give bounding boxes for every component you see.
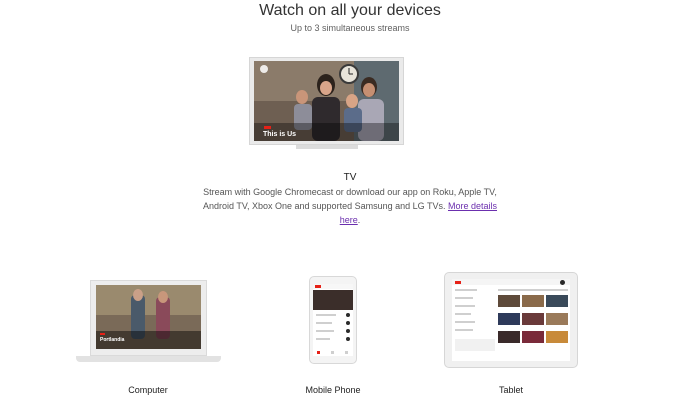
tablet-thumbnail [546,313,568,325]
tablet-thumbnail [498,295,520,307]
tablet-sidebar-item [455,305,475,307]
phone-row [316,338,330,340]
phone-nav-icon [317,351,320,354]
phone-nav-icon [331,351,334,354]
phone-nav-icon [345,351,348,354]
tablet-thumbnail [522,331,544,343]
phone-row [316,314,336,316]
phone-row [316,330,334,332]
laptop-screen: Portlandia [96,285,201,349]
tablet-thumbnail [522,295,544,307]
phone-row-icon [346,329,350,333]
tablet-sidebar-item [455,329,473,331]
tablet-thumbnail [498,331,520,343]
tablet-sidebar-item [455,297,473,299]
phone-illustration [309,276,357,364]
phone-screen [313,284,353,356]
section-subtitle: Up to 3 simultaneous streams [290,23,410,33]
tablet-sidebar-item [455,313,471,315]
tv-description-period: . [357,215,361,225]
tv-description: Stream with Google Chromecast or downloa… [200,185,500,227]
tv-scene-image [254,61,399,141]
tv-illustration: This is Us [249,57,404,149]
tablet-card [455,339,495,351]
computer-illustration: Portlandia [76,280,221,362]
tablet-logo-icon [455,281,461,284]
tv-label: TV [343,172,357,183]
phone-logo-icon [315,285,321,288]
phone-row-icon [346,321,350,325]
tv-screen: This is Us [254,61,399,141]
tablet-thumbnail [546,331,568,343]
computer-label: Computer [128,385,168,395]
tablet-thumbnail [522,313,544,325]
tablet-thumbnail [546,295,568,307]
section-title: Watch on all your devices [259,2,441,19]
tablet-thumbnail [498,313,520,325]
phone-row [316,322,332,324]
tablet-app-bar [452,279,570,285]
tablet-avatar [560,280,565,285]
tv-show-title: This is Us [263,131,297,138]
tablet-sidebar-item [455,289,477,291]
tablet-label: Tablet [498,385,524,395]
phone-label: Mobile Phone [305,385,361,395]
tablet-illustration [444,272,578,368]
laptop-base [76,356,221,362]
tv-stand [296,145,358,149]
phone-hero-image [313,290,353,310]
tablet-sidebar-item [455,321,475,323]
laptop-show-title: Portlandia [100,337,125,343]
phone-row-icon [346,337,350,341]
tablet-row-title [498,289,568,291]
tablet-screen [452,279,570,361]
phone-row-icon [346,313,350,317]
